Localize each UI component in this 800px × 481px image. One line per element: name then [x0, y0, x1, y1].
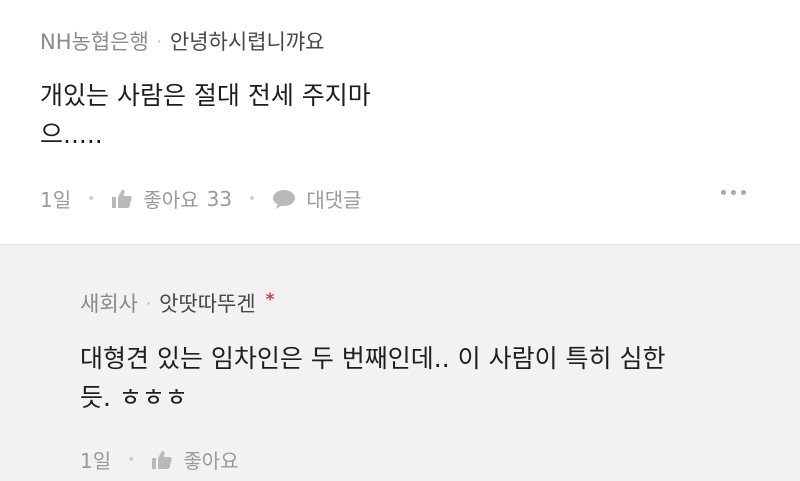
more-dot	[721, 190, 726, 195]
action-separator: •	[248, 190, 257, 207]
comment-company[interactable]: NH농협은행	[40, 26, 149, 56]
reply-button[interactable]: 대댓글	[272, 184, 362, 213]
comment-text: 개있는 사람은 절대 전세 주지마 으.....	[40, 76, 371, 154]
comment-nickname[interactable]: 안녕하시렵니꺄요	[170, 26, 325, 56]
more-dot	[731, 190, 736, 195]
thumbs-up-icon	[152, 450, 172, 469]
more-dot	[741, 190, 746, 195]
more-dots-icon[interactable]	[721, 190, 746, 195]
reply-text: 대형견 있는 임차인은 두 번째인데.. 이 사람이 특히 심한 듯. ㅎㅎㅎ	[80, 339, 665, 417]
like-count: 33	[206, 186, 233, 211]
reply-time: 1일	[80, 449, 112, 473]
reply: 새회사 · 앗땃따뚜겐 * 대형견 있는 임차인은 두 번째인데.. 이 사람이…	[0, 244, 800, 481]
comment-time: 1일	[40, 188, 72, 212]
reply-label: 대댓글	[306, 188, 362, 212]
like-label: 좋아요	[183, 449, 239, 473]
thumbs-up-icon	[112, 189, 132, 208]
comment-meta: NH농협은행 · 안녕하시렵니꺄요	[40, 26, 324, 56]
comment-actions: 1일 • 좋아요 33 • 대댓글	[40, 184, 362, 213]
reply-meta: 새회사 · 앗땃따뚜겐 *	[80, 288, 275, 318]
author-mark: *	[265, 290, 275, 310]
speech-bubble-icon	[273, 189, 296, 209]
reply-actions: 1일 • 좋아요	[80, 445, 239, 474]
meta-separator: ·	[156, 31, 162, 51]
like-label: 좋아요	[143, 188, 199, 212]
comment: NH농협은행 · 안녕하시렵니꺄요 개있는 사람은 절대 전세 주지마 으...…	[0, 0, 800, 244]
comment-text-line: 개있는 사람은 절대 전세 주지마	[40, 81, 371, 110]
like-button[interactable]: 좋아요 33	[111, 184, 232, 213]
meta-separator: ·	[145, 293, 152, 313]
reply-like-button[interactable]: 좋아요	[151, 445, 239, 474]
reply-text-line: 대형견 있는 임차인은 두 번째인데.. 이 사람이 특히 심한	[80, 344, 666, 373]
comment-text-line: 으.....	[40, 120, 103, 149]
reply-nickname[interactable]: 앗땃따뚜겐	[159, 288, 256, 318]
action-separator: •	[87, 190, 96, 207]
action-separator: •	[127, 451, 136, 468]
reply-company[interactable]: 새회사	[80, 288, 138, 318]
reply-text-line: 듯. ㅎㅎㅎ	[80, 383, 188, 412]
